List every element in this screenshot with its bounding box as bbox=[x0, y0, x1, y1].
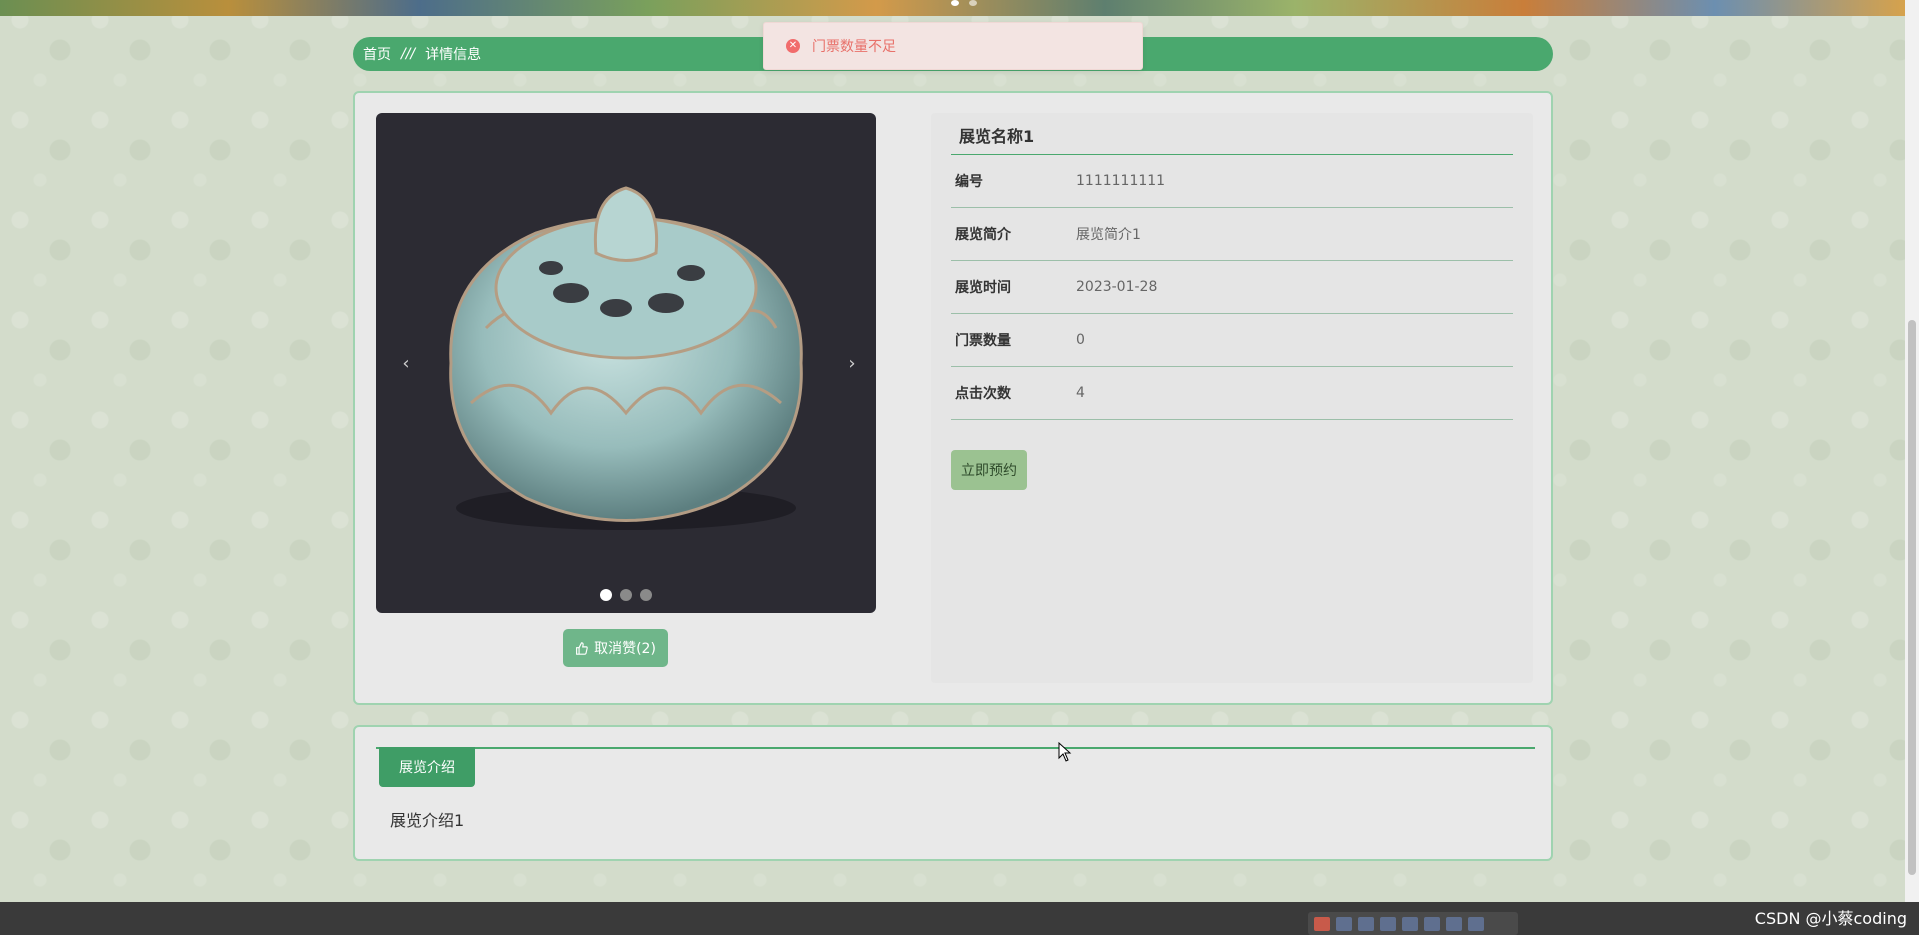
exhibition-info: 展览名称1 编号 1111111111 展览简介 展览简介1 展览时间 2023… bbox=[931, 113, 1533, 683]
breadcrumb-home-link[interactable]: 首页 bbox=[363, 44, 391, 64]
carousel-dot[interactable] bbox=[620, 589, 632, 601]
breadcrumb-separator: /// bbox=[401, 46, 416, 62]
info-label: 点击次数 bbox=[955, 386, 1011, 402]
info-label: 展览时间 bbox=[955, 280, 1011, 296]
info-value: 4 bbox=[1076, 385, 1085, 401]
book-now-button[interactable]: 立即预约 bbox=[951, 450, 1027, 490]
unlike-button-label: 取消赞(2) bbox=[594, 641, 656, 657]
ime-logo-icon[interactable] bbox=[1314, 916, 1330, 931]
info-value: 展览简介1 bbox=[1076, 227, 1141, 243]
error-circle-icon: ✕ bbox=[786, 39, 800, 53]
top-banner-image bbox=[0, 0, 1905, 16]
csdn-watermark: CSDN @小蔡coding bbox=[1754, 909, 1907, 928]
ime-skin-icon[interactable] bbox=[1446, 916, 1462, 931]
carousel-indicators bbox=[376, 589, 876, 601]
error-toast: ✕ 门票数量不足 bbox=[763, 22, 1143, 70]
carousel-next-button[interactable]: › bbox=[842, 353, 862, 374]
info-value: 0 bbox=[1076, 332, 1085, 348]
ime-language-icon[interactable] bbox=[1336, 916, 1352, 931]
page-scrollbar[interactable] bbox=[1905, 0, 1919, 902]
carousel-prev-button[interactable]: ‹ bbox=[396, 353, 416, 374]
info-value: 1111111111 bbox=[1076, 173, 1166, 189]
exhibit-photo bbox=[449, 186, 803, 530]
ime-toolbar[interactable] bbox=[1308, 912, 1518, 935]
scrollbar-thumb[interactable] bbox=[1908, 320, 1916, 875]
ime-tools-icon[interactable] bbox=[1424, 916, 1440, 931]
exhibition-title: 展览名称1 bbox=[951, 113, 1513, 155]
page-footer bbox=[0, 902, 1919, 935]
info-label: 展览简介 bbox=[955, 227, 1011, 243]
ime-punctuation-icon[interactable] bbox=[1380, 916, 1396, 931]
banner-indicator-dot[interactable] bbox=[951, 0, 959, 6]
breadcrumb-current: 详情信息 bbox=[425, 47, 482, 63]
info-row-clicks: 点击次数 4 bbox=[951, 367, 1513, 420]
carousel-dot[interactable] bbox=[640, 589, 652, 601]
info-label: 编号 bbox=[955, 174, 983, 190]
info-label: 门票数量 bbox=[955, 333, 1011, 349]
tab-exhibition-intro[interactable]: 展览介绍 bbox=[379, 747, 475, 787]
info-row-summary: 展览简介 展览简介1 bbox=[951, 208, 1513, 261]
ime-settings-icon[interactable] bbox=[1468, 916, 1484, 931]
intro-content: 展览介绍1 bbox=[390, 811, 465, 830]
tab-divider bbox=[376, 747, 1535, 749]
toast-message: 门票数量不足 bbox=[812, 39, 896, 55]
info-value: 2023-01-28 bbox=[1076, 279, 1158, 295]
unlike-button[interactable]: 取消赞(2) bbox=[563, 629, 668, 667]
carousel-dot[interactable] bbox=[600, 589, 612, 601]
mouse-cursor-icon bbox=[1058, 742, 1072, 762]
detail-panel: ‹ › 取消赞(2) 展览名称1 编号 1111111111 展览简介 展览简介… bbox=[353, 91, 1553, 705]
info-row-tickets: 门票数量 0 bbox=[951, 314, 1513, 367]
banner-indicator-dot[interactable] bbox=[969, 0, 977, 6]
thumbs-up-icon bbox=[576, 641, 588, 655]
image-carousel[interactable]: ‹ › bbox=[376, 113, 876, 613]
ime-moon-icon[interactable] bbox=[1358, 916, 1374, 931]
info-row-time: 展览时间 2023-01-28 bbox=[951, 261, 1513, 314]
info-row-id: 编号 1111111111 bbox=[951, 155, 1513, 208]
intro-panel: 展览介绍 展览介绍1 bbox=[353, 725, 1553, 861]
ime-keyboard-icon[interactable] bbox=[1402, 916, 1418, 931]
